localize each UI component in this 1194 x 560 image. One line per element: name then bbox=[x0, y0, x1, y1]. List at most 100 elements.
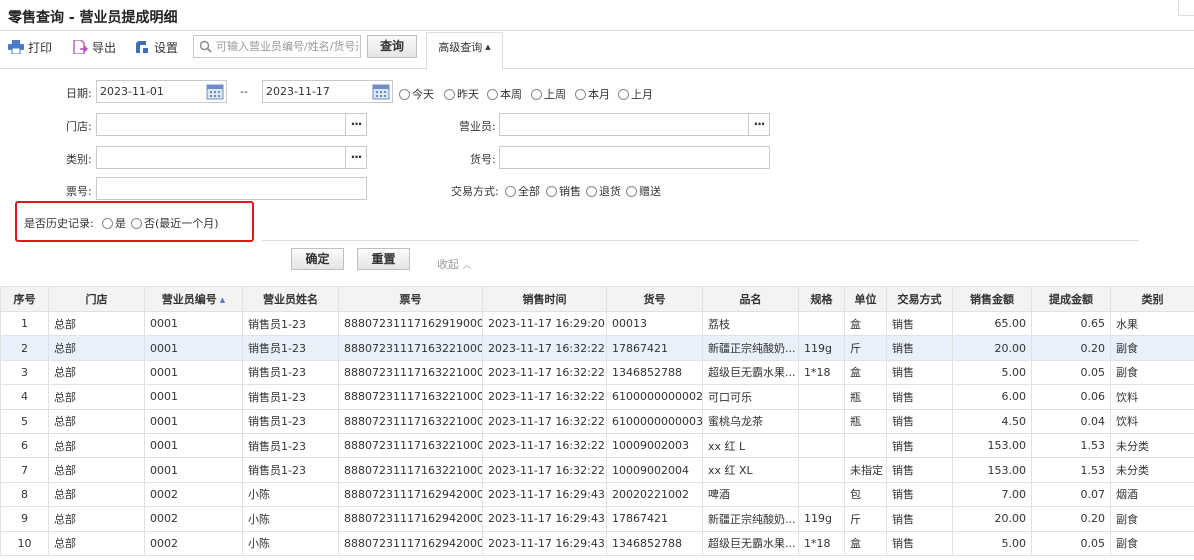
table-row[interactable]: 5 总部 0001 销售员1-23 888072311171632210008 2023-… bbox=[0, 408, 1194, 434]
table-cell: 副食 bbox=[1110, 359, 1194, 386]
table-cell: 119g bbox=[798, 335, 845, 361]
radio-trade-all[interactable]: 全部 bbox=[505, 183, 540, 199]
window-corner bbox=[1178, 0, 1194, 16]
store-field[interactable]: ... bbox=[96, 113, 367, 136]
date-from-field[interactable]: 2023-11-01 bbox=[96, 80, 227, 103]
table-cell: 销售员1-23 bbox=[242, 310, 339, 337]
column-header[interactable]: 品名 bbox=[702, 286, 799, 312]
column-header[interactable]: 销售金额 bbox=[952, 286, 1032, 312]
table-row[interactable]: 9 总部 0002 小陈 888072311171629420006 2023-11-17… bbox=[0, 506, 1194, 532]
table-row[interactable]: 1 总部 0001 销售员1-23 888072311171629190005 2023-… bbox=[0, 310, 1194, 337]
table-row[interactable]: 6 总部 0001 销售员1-23 888072311171632210008 2023-… bbox=[0, 432, 1194, 459]
table-cell: 0.20 bbox=[1031, 506, 1111, 532]
title-bar: 零售查询 - 营业员提成明细 bbox=[0, 0, 1194, 31]
column-header[interactable]: 提成金额 bbox=[1031, 286, 1111, 312]
table-row[interactable]: 10 总部 0002 小陈 888072311171629420006 2023-11-1… bbox=[0, 530, 1194, 556]
radio-this-month[interactable]: 本月 bbox=[575, 86, 610, 102]
table-cell: 7.00 bbox=[952, 481, 1032, 508]
column-header[interactable]: 营业员编号 ▲ bbox=[144, 286, 243, 312]
radio-last-week[interactable]: 上周 bbox=[531, 86, 566, 102]
sku-field[interactable] bbox=[499, 146, 770, 169]
radio-this-week[interactable]: 本周 bbox=[487, 86, 522, 102]
table-cell: 4 bbox=[0, 384, 49, 410]
date-label: 日期: bbox=[66, 87, 92, 100]
page-title: 零售查询 - 营业员提成明细 bbox=[8, 10, 178, 26]
reset-button[interactable]: 重置 bbox=[357, 248, 410, 270]
clerk-picker-button[interactable]: ... bbox=[748, 114, 769, 135]
calendar-icon[interactable] bbox=[371, 82, 391, 101]
radio-last-month[interactable]: 上月 bbox=[618, 86, 653, 102]
table-row[interactable]: 8 总部 0002 小陈 888072311171629420006 2023-11-17… bbox=[0, 481, 1194, 508]
export-label: 导出 bbox=[92, 41, 117, 55]
radio-label: 上月 bbox=[631, 88, 653, 101]
table-cell: 153.00 bbox=[952, 432, 1032, 459]
table-cell: 1346852788 bbox=[606, 530, 703, 556]
sku-label: 货号: bbox=[470, 153, 496, 166]
table-cell: 小陈 bbox=[242, 530, 339, 556]
column-header[interactable]: 销售时间 bbox=[482, 286, 607, 312]
column-header[interactable]: 类别 bbox=[1110, 286, 1194, 312]
radio-trade-sale[interactable]: 销售 bbox=[546, 183, 581, 199]
date-to-field[interactable]: 2023-11-17 bbox=[262, 80, 393, 103]
ticket-field[interactable] bbox=[96, 177, 367, 200]
table-cell: 2023-11-17 16:29:43 bbox=[482, 530, 607, 556]
table-cell: 2023-11-17 16:32:22 bbox=[482, 408, 607, 434]
category-picker-button[interactable]: ... bbox=[345, 147, 366, 168]
radio-circle bbox=[586, 186, 597, 197]
table-cell: 总部 bbox=[48, 530, 145, 556]
column-header-label: 品名 bbox=[739, 293, 762, 306]
table-cell: 20.00 bbox=[952, 335, 1032, 361]
column-header[interactable]: 单位 bbox=[844, 286, 887, 312]
ticket-label: 票号: bbox=[66, 185, 92, 198]
radio-label: 昨天 bbox=[457, 88, 479, 101]
table-cell: 盒 bbox=[844, 530, 887, 556]
column-header[interactable]: 规格 bbox=[798, 286, 845, 312]
table-cell: 6100000000002 bbox=[606, 384, 703, 410]
column-header[interactable]: 交易方式 bbox=[886, 286, 953, 312]
radio-yesterday[interactable]: 昨天 bbox=[444, 86, 479, 102]
clerk-field[interactable]: ... bbox=[499, 113, 770, 136]
collapse-button[interactable]: 收起 ︿ bbox=[437, 256, 472, 272]
confirm-button[interactable]: 确定 bbox=[291, 248, 344, 270]
radio-circle bbox=[546, 186, 557, 197]
radio-history-no[interactable]: 否(最近一个月) bbox=[131, 215, 219, 231]
table-row[interactable]: 2 总部 0001 销售员1-23 888072311171632210008 2023-… bbox=[0, 335, 1194, 361]
print-button[interactable]: 打印 bbox=[8, 39, 52, 57]
radio-trade-return[interactable]: 退货 bbox=[586, 183, 621, 199]
category-label: 类别: bbox=[66, 153, 92, 166]
table-cell: 2023-11-17 16:32:22 bbox=[482, 335, 607, 361]
radio-trade-gift[interactable]: 赠送 bbox=[626, 183, 661, 199]
radio-history-yes[interactable]: 是 bbox=[102, 215, 126, 231]
export-button[interactable]: 导出 bbox=[72, 39, 116, 57]
table-cell: 蜜桃乌龙茶 bbox=[702, 408, 799, 434]
settings-button[interactable]: 设置 bbox=[134, 39, 178, 57]
column-header[interactable]: 票号 bbox=[338, 286, 483, 312]
table-cell: 销售 bbox=[886, 408, 953, 434]
table-row[interactable]: 7 总部 0001 销售员1-23 888072311171632210008 2023-… bbox=[0, 457, 1194, 483]
table-cell: 总部 bbox=[48, 335, 145, 361]
column-header[interactable]: 门店 bbox=[48, 286, 145, 312]
category-field[interactable]: ... bbox=[96, 146, 367, 169]
search-input[interactable] bbox=[216, 38, 358, 55]
query-button[interactable]: 查询 bbox=[367, 35, 417, 58]
radio-circle bbox=[131, 218, 142, 229]
tab-advanced-query[interactable]: 高级查询 ▲ bbox=[426, 32, 503, 70]
table-cell: 超级巨无霸水果... bbox=[702, 530, 799, 556]
table-cell: 小陈 bbox=[242, 481, 339, 508]
column-header[interactable]: 营业员姓名 bbox=[242, 286, 339, 312]
radio-today[interactable]: 今天 bbox=[399, 86, 434, 102]
table-cell: 00013 bbox=[606, 310, 703, 337]
settings-label: 设置 bbox=[154, 41, 179, 55]
table-row[interactable]: 4 总部 0001 销售员1-23 888072311171632210008 2023-… bbox=[0, 384, 1194, 410]
table-cell: 153.00 bbox=[952, 457, 1032, 483]
radio-label: 本周 bbox=[500, 88, 522, 101]
column-header[interactable]: 序号 bbox=[0, 286, 49, 312]
column-header[interactable]: 货号 bbox=[606, 286, 703, 312]
table-row[interactable]: 3 总部 0001 销售员1-23 888072311171632210008 2023-… bbox=[0, 359, 1194, 386]
column-header-label: 营业员编号 bbox=[161, 293, 217, 306]
store-picker-button[interactable]: ... bbox=[345, 114, 366, 135]
divider bbox=[262, 240, 1139, 241]
calendar-icon[interactable] bbox=[205, 82, 225, 101]
radio-label: 今天 bbox=[412, 88, 434, 101]
table-cell: 0001 bbox=[144, 457, 243, 483]
